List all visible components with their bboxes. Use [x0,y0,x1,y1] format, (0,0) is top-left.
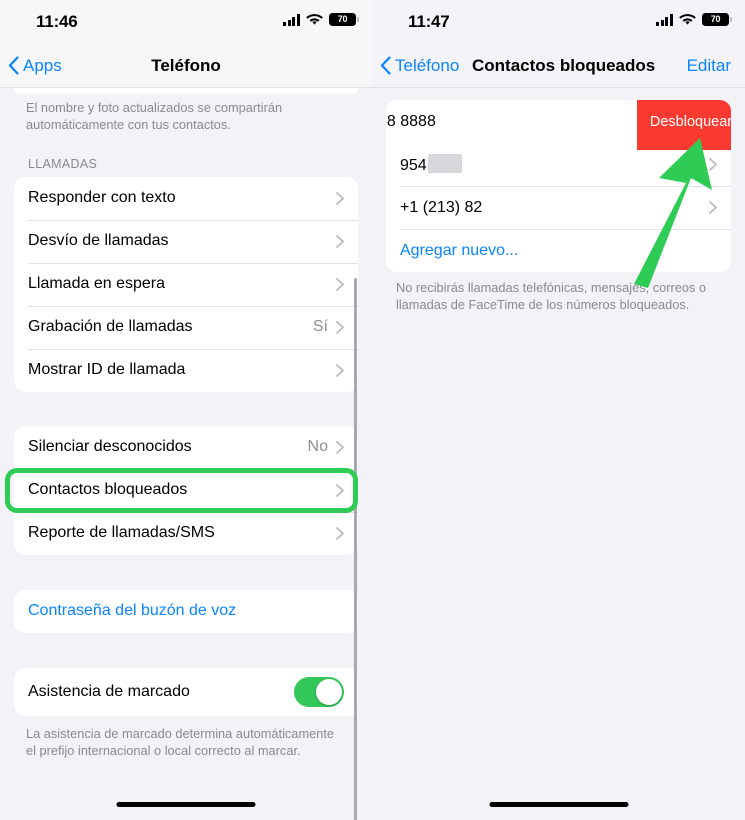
calls-settings-card: Responder con texto Desvío de llamadas L… [14,176,358,392]
blocked-contacts-list: 68 8888 Desbloquear 954 +1 (213) 82 Agre… [372,88,745,820]
blocked-number-label: +1 (213) 82 [400,198,483,216]
row-llamada-en-espera[interactable]: Llamada en espera [14,262,358,306]
chevron-right-icon [709,158,717,171]
chevron-right-icon [336,320,344,334]
row-value: Sí [312,318,328,336]
toggle-knob [316,678,342,705]
row-label: Contactos bloqueados [28,481,188,499]
blocked-row-2[interactable]: 954 [386,143,731,186]
right-nav-bar: Teléfono Contactos bloqueados Editar [372,44,745,88]
row-contactos-bloqueados[interactable]: Contactos bloqueados [14,468,358,512]
right-status-bar: 11:47 70 [372,0,745,44]
left-phone-screen: 11:46 70 Apps Teléfono El nombre y foto … [0,0,372,820]
chevron-right-icon [336,526,344,540]
row-label: Grabación de llamadas [28,318,193,336]
status-time: 11:47 [408,12,450,31]
profile-sharing-note: El nombre y foto actualizados se compart… [26,100,283,132]
wifi-icon [679,13,696,26]
back-button-label: Teléfono [395,55,460,75]
row-value: No [307,438,328,456]
left-home-indicator [116,802,256,807]
right-home-indicator [489,802,628,807]
back-button-apps[interactable]: Apps [0,56,62,76]
spacer-r1 [372,88,745,100]
row-label: Reporte de llamadas/SMS [28,524,215,542]
row-label: Responder con texto [28,189,176,207]
add-new-label: Agregar nuevo... [400,241,519,259]
dual-screenshot-container: 11:46 70 Apps Teléfono El nombre y foto … [0,0,745,820]
status-indicators: 70 [656,13,732,26]
add-new-row[interactable]: Agregar nuevo... [386,229,731,272]
chevron-right-icon [336,363,344,377]
row-contrasena-buzon-de-voz[interactable]: Contraseña del buzón de voz [14,590,358,633]
blocked-number-label: 68 8888 [386,112,436,130]
left-status-bar: 11:46 70 [0,0,372,44]
chevron-right-icon [336,440,344,454]
row-responder-con-texto[interactable]: Responder con texto [14,177,358,220]
row-grabacion-de-llamadas[interactable]: Grabación de llamadas Sí [14,305,358,349]
left-settings-list: El nombre y foto actualizados se compart… [0,88,372,820]
chevron-left-icon [380,56,391,75]
dial-assist-toggle[interactable] [294,676,344,707]
back-button-telefono[interactable]: Teléfono [372,56,459,76]
row-silenciar-desconocidos[interactable]: Silenciar desconocidos No [14,426,358,469]
left-scrollbar[interactable] [354,278,357,820]
chevron-right-icon [336,277,344,291]
chevron-left-icon [8,56,19,75]
battery-percent: 70 [710,14,721,24]
section-header-llamadas: LLAMADAS [28,156,98,171]
chevron-right-icon [336,191,344,205]
row-label: Contraseña del buzón de voz [28,602,237,620]
row-label: Mostrar ID de llamada [28,361,186,379]
dial-assist-card: Asistencia de marcado [14,667,358,716]
blocked-number-label: 954 [400,154,709,175]
row-asistencia-de-marcado: Asistencia de marcado [14,668,358,716]
chevron-right-icon [336,234,344,248]
blocked-numbers-card: 68 8888 Desbloquear 954 +1 (213) 82 Agre… [386,100,731,272]
blocked-row-swiped[interactable]: 68 8888 Desbloquear [386,100,731,150]
blocked-contacts-note: No recibirás llamadas telefónicas, mensa… [396,280,707,312]
row-mostrar-id-de-llamada[interactable]: Mostrar ID de llamada [14,348,358,392]
row-label: Llamada en espera [28,275,165,293]
status-indicators: 70 [283,13,359,26]
chevron-right-icon [709,201,717,214]
redaction-box [427,154,462,173]
status-time: 11:46 [36,12,78,31]
left-nav-bar: Apps Teléfono [0,44,372,88]
row-label: Asistencia de marcado [28,682,190,700]
right-phone-screen: 11:47 70 Teléfono Contactos bloqueados E… [372,0,745,820]
voicemail-card: Contraseña del buzón de voz [14,589,358,633]
cellular-signal-icon [283,13,300,26]
dial-assist-note: La asistencia de marcado determina autom… [26,725,335,758]
row-label: Desvío de llamadas [28,232,169,250]
wifi-icon [306,13,323,26]
back-button-label: Apps [23,55,62,75]
chevron-right-icon [336,483,344,497]
cellular-signal-icon [656,13,673,26]
blocked-row-3[interactable]: +1 (213) 82 [386,186,731,229]
battery-percent: 70 [337,14,348,24]
row-reporte-de-llamadas-sms[interactable]: Reporte de llamadas/SMS [14,511,358,555]
battery-icon: 70 [329,13,359,26]
row-desvio-de-llamadas[interactable]: Desvío de llamadas [14,219,358,263]
edit-button[interactable]: Editar [687,56,731,76]
battery-icon: 70 [702,13,732,26]
blocking-settings-card: Silenciar desconocidos No Contactos bloq… [14,425,358,555]
row-label: Silenciar desconocidos [28,438,192,456]
